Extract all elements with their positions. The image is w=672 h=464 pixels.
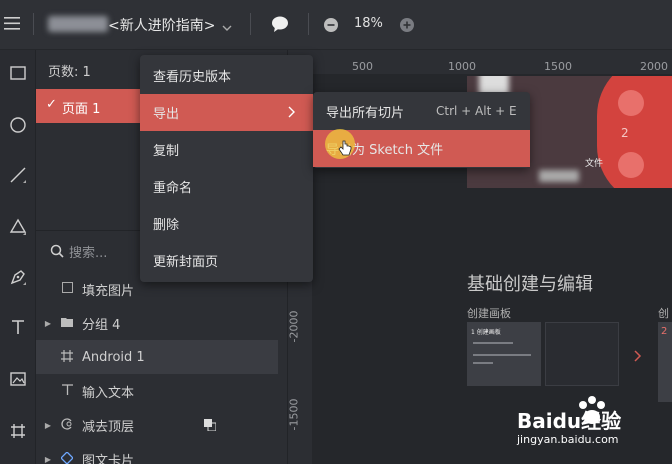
section-title: 基础创建与编辑	[467, 274, 593, 295]
layer-row[interactable]: ▶ 减去顶层	[36, 408, 288, 442]
ruler-horizontal: 500 1000 1500 2000	[288, 50, 672, 74]
divider	[308, 13, 309, 35]
chevron-right-icon	[634, 347, 642, 362]
mask-icon	[204, 419, 217, 435]
menu-item-label: 导出	[153, 107, 180, 122]
menu-item-export[interactable]: 导出	[140, 94, 313, 131]
top-bar: <新人进阶指南> 18%	[0, 0, 672, 50]
ruler-tick-label: -1500	[287, 398, 301, 431]
card-text-line	[473, 354, 531, 356]
menu-item-delete[interactable]: 删除	[140, 205, 313, 242]
folder-icon	[60, 316, 74, 330]
tutorial-card[interactable]: 2	[658, 322, 672, 402]
search-icon	[50, 243, 64, 258]
hamburger-icon[interactable]	[4, 15, 20, 31]
banner-arrow-icon	[618, 152, 644, 178]
layer-row[interactable]: ▶ 分组 4	[36, 306, 288, 340]
layer-label: 填充图片	[82, 283, 135, 299]
line-icon[interactable]	[0, 160, 36, 190]
card-label: 创建画板	[467, 307, 511, 320]
tutorial-card[interactable]: 1 创建画板	[467, 322, 541, 386]
layer-label: 减去顶层	[82, 419, 135, 435]
banner-doc-label: 文件	[585, 159, 604, 169]
image-icon[interactable]	[0, 364, 36, 394]
tutorial-card-number: 2	[661, 326, 668, 337]
tutorial-card-heading: 1 创建画板	[471, 329, 501, 336]
shortcut-label: Ctrl + Alt + E	[436, 104, 517, 118]
search-input[interactable]: 搜索...	[69, 242, 107, 261]
ellipse-icon[interactable]	[0, 110, 36, 140]
card-label: 创	[658, 307, 669, 320]
divider	[33, 13, 34, 35]
divider	[250, 13, 251, 35]
page-count-label: 页数: 1	[48, 65, 91, 80]
file-title[interactable]: <新人进阶指南>	[108, 15, 215, 35]
watermark-url: jingyan.baidu.com	[517, 433, 619, 446]
submenu-item-label: 导出所有切片	[326, 106, 405, 121]
text-icon[interactable]	[0, 312, 36, 342]
layer-row[interactable]: Android 1	[36, 340, 278, 374]
minus-circle-icon[interactable]	[324, 17, 338, 32]
caret-right-icon[interactable]: ▶	[36, 421, 60, 430]
layer-row[interactable]: 输入文本	[36, 374, 288, 408]
card-text-line	[473, 362, 493, 364]
page-item-label: 页面 1	[62, 102, 101, 117]
plus-circle-icon[interactable]	[400, 17, 414, 32]
zoom-level[interactable]: 18%	[354, 16, 383, 31]
chevron-right-icon	[288, 106, 296, 122]
comment-bubble-icon[interactable]	[271, 15, 289, 33]
pointer-hand-icon	[338, 140, 352, 158]
avatar	[48, 16, 108, 32]
menu-item-history[interactable]: 查看历史版本	[140, 57, 313, 94]
layer-row[interactable]: ▶ 图文卡片	[36, 442, 288, 464]
square-outline-icon	[60, 282, 74, 296]
watermark-logo: Baidu经验 jingyan.baidu.com	[517, 395, 667, 455]
watermark-brand: Baidu经验	[517, 409, 622, 433]
menu-item-duplicate[interactable]: 复制	[140, 131, 313, 168]
submenu-item-export-slices[interactable]: 导出所有切片 Ctrl + Alt + E	[313, 93, 530, 130]
ruler-tick-label: 500	[352, 60, 373, 73]
menu-item-rename[interactable]: 重命名	[140, 168, 313, 205]
tutorial-card-preview[interactable]	[545, 322, 619, 386]
tool-sidebar	[0, 50, 36, 464]
triangle-icon[interactable]	[0, 212, 36, 242]
rectangle-icon[interactable]	[0, 58, 36, 88]
caret-right-icon[interactable]: ▶	[36, 319, 60, 328]
component-icon	[60, 450, 74, 464]
banner-badge-icon	[618, 90, 644, 116]
ruler-tick-label: -2000	[287, 310, 301, 343]
ruler-tick-label: 1500	[544, 60, 572, 73]
layer-label: 输入文本	[82, 385, 135, 401]
page-context-menu: 查看历史版本 导出 复制 重命名 删除 更新封面页	[140, 55, 313, 282]
artboard-icon	[60, 349, 74, 365]
page-item[interactable]: ✓ 页面 1	[36, 89, 144, 123]
text-icon	[60, 384, 74, 398]
layer-label: Android 1	[82, 349, 145, 365]
menu-item-update-cover[interactable]: 更新封面页	[140, 242, 313, 279]
card-text-line	[473, 342, 513, 344]
chevron-down-icon[interactable]	[222, 18, 232, 31]
banner-text	[539, 170, 579, 182]
layer-label: 图文卡片	[82, 453, 135, 464]
subtract-icon	[60, 417, 74, 433]
ruler-tick-label: 1000	[448, 60, 476, 73]
check-icon: ✓	[46, 97, 57, 112]
pen-icon[interactable]	[0, 262, 36, 292]
layer-label: 分组 4	[82, 317, 121, 333]
ruler-tick-label: 2000	[640, 60, 668, 73]
banner-number: 2	[621, 126, 629, 140]
caret-right-icon[interactable]: ▶	[36, 455, 60, 464]
artboard-icon[interactable]	[0, 416, 36, 446]
